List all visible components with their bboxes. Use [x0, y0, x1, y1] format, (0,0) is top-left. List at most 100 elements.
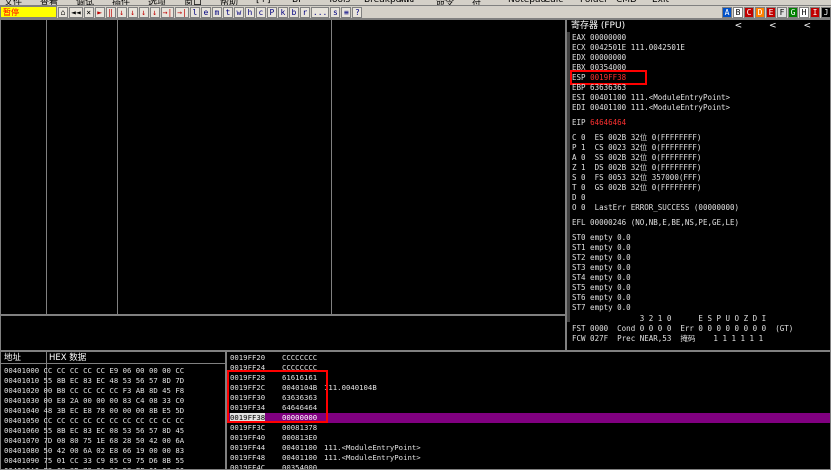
registers-pane[interactable]: 寄存器 (FPU) < < < EAX 00000000 ECX 0042501E… — [566, 19, 831, 351]
menu-item[interactable]: Calc — [544, 0, 563, 5]
stack-row[interactable]: 0019FF20 CCCCCCCC — [227, 353, 830, 363]
toolbar-button[interactable]: ⌂ — [58, 6, 68, 18]
register-line[interactable]: EBP 63636363 — [572, 83, 626, 93]
register-line[interactable]: ST3 empty 0.0 — [572, 263, 631, 273]
toolbar-button[interactable]: r — [299, 6, 310, 18]
toolbar-button[interactable]: c — [255, 6, 266, 18]
menu-item[interactable]: Notepad — [508, 0, 546, 5]
column-divider[interactable] — [46, 20, 47, 314]
plugin-button[interactable]: B — [733, 6, 743, 18]
dump-row[interactable]: 00401060 55 8B EC 83 EC 08 53 56 57 8D 4… — [4, 426, 184, 436]
dump-row[interactable]: 00401010 55 8B EC 83 EC 48 53 56 57 8D 7… — [4, 376, 184, 386]
menu-item[interactable]: Exit — [652, 0, 669, 5]
stack-row[interactable]: 0019FF3C 00081378 — [227, 423, 830, 433]
toolbar-button[interactable]: l — [189, 6, 200, 18]
plugin-button[interactable]: D — [755, 6, 765, 18]
register-line[interactable]: FCW 027F Prec NEAR,53 掩码 1 1 1 1 1 1 — [572, 334, 763, 344]
register-line[interactable]: EIP 64646464 — [572, 118, 626, 128]
menu-item[interactable]: CMD — [616, 0, 637, 5]
register-line[interactable]: Z 1 DS 002B 32位 0(FFFFFFFF) — [572, 163, 701, 173]
toolbar-button[interactable]: e — [200, 6, 211, 18]
register-line[interactable]: ST5 empty 0.0 — [572, 283, 631, 293]
toolbar-button[interactable]: ↓ — [127, 6, 138, 18]
toolbar-button[interactable]: b — [288, 6, 299, 18]
register-line[interactable]: D 0 — [572, 193, 586, 203]
stack-row[interactable]: 0019FF40 000813E0 — [227, 433, 830, 443]
dump-row[interactable]: 00401080 50 42 00 6A 02 E8 66 19 00 00 8… — [4, 446, 184, 456]
plugin-button[interactable]: H — [799, 6, 809, 18]
toolbar-button[interactable]: k — [277, 6, 288, 18]
toolbar-button[interactable]: →| — [160, 6, 175, 18]
toolbar-button[interactable]: P — [266, 6, 277, 18]
stack-pane[interactable]: 0019FF4C 00354000 0019FF48 00401100 111.<Mod… — [226, 351, 831, 470]
register-line[interactable]: ECX 0042501E 111.0042501E — [572, 43, 685, 53]
registers-title[interactable]: 寄存器 (FPU) < < < — [567, 20, 830, 32]
dump-row[interactable]: 00401040 48 3B EC E8 78 00 00 00 8B E5 5… — [4, 406, 184, 416]
toolbar-button[interactable]: ◄◄ — [69, 6, 83, 18]
toolbar-button[interactable]: h — [244, 6, 255, 18]
register-line[interactable]: 3 2 1 0 E S P U O Z D I — [572, 314, 766, 324]
toolbar-button[interactable]: ↓ — [149, 6, 160, 18]
register-line[interactable]: EFL 00000246 (NO,NB,E,BE,NS,PE,GE,LE) — [572, 218, 739, 228]
column-divider[interactable] — [117, 20, 118, 314]
register-line[interactable]: EAX 00000000 — [572, 33, 626, 43]
register-line[interactable]: FST 0000 Cond 0 0 0 0 Err 0 0 0 0 0 0 0 … — [572, 324, 793, 334]
register-line[interactable]: P 1 CS 0023 32位 0(FFFFFFFF) — [572, 143, 701, 153]
toolbar-button[interactable]: w — [233, 6, 244, 18]
toolbar-button[interactable]: ≡ — [341, 6, 352, 18]
toolbar-button[interactable]: × — [83, 6, 94, 18]
toolbar-button[interactable]: t — [222, 6, 233, 18]
menu-item[interactable]: BP — [292, 0, 304, 5]
stack-row[interactable]: 0019FF48 00401100 111.<ModuleEntryPoint> — [227, 453, 830, 463]
memory-dump-pane[interactable]: 地址 HEX 数据 00401000 CC CC CC CC CC E9 06 … — [0, 351, 226, 470]
toolbar-button[interactable]: m — [211, 6, 222, 18]
toolbar-button[interactable]: s — [330, 6, 341, 18]
toolbar-button[interactable]: ► — [94, 6, 105, 18]
register-line[interactable]: ST4 empty 0.0 — [572, 273, 631, 283]
disassembly-pane[interactable] — [0, 19, 566, 315]
dump-row[interactable]: 004010A0 F9 68 9B 79 01 00 58 FF 01 00 0… — [4, 466, 184, 469]
menu-item[interactable]: API — [400, 0, 414, 5]
register-line[interactable]: S 0 FS 0053 32位 357000(FFF) — [572, 173, 701, 183]
column-divider[interactable] — [331, 20, 332, 314]
toolbar-button[interactable]: ↓ — [138, 6, 149, 18]
menu-item[interactable]: [+] — [256, 0, 271, 5]
plugin-button[interactable]: C — [744, 6, 754, 18]
register-line[interactable]: ESI 00401100 111.<ModuleEntryPoint> — [572, 93, 730, 103]
register-line[interactable]: C 0 ES 002B 32位 0(FFFFFFFF) — [572, 133, 701, 143]
register-line[interactable]: ST7 empty 0.0 — [572, 303, 631, 313]
plugin-button[interactable]: I — [810, 6, 820, 18]
menu-item[interactable]: Folder — [580, 0, 608, 5]
info-pane[interactable] — [0, 315, 566, 351]
dump-row[interactable]: 00401000 CC CC CC CC CC E9 06 00 00 00 C… — [4, 366, 184, 376]
toolbar-button[interactable]: ? — [352, 6, 363, 18]
plugin-button[interactable]: J — [821, 6, 831, 18]
menu-item[interactable]: Tools — [328, 0, 350, 5]
register-line[interactable]: O 0 LastErr ERROR_SUCCESS (00000000) — [572, 203, 739, 213]
register-line[interactable]: EDX 00000000 — [572, 53, 626, 63]
register-line[interactable]: T 0 GS 002B 32位 0(FFFFFFFF) — [572, 183, 701, 193]
dump-row[interactable]: 00401030 00 E8 2A 00 00 00 83 C4 08 33 C… — [4, 396, 184, 406]
dump-row[interactable]: 00401070 7D 08 80 75 1E 68 28 50 42 00 6… — [4, 436, 184, 446]
register-line[interactable]: ESP 0019FF38 — [572, 73, 626, 83]
toolbar-button[interactable]: →| — [175, 6, 189, 18]
dump-row[interactable]: 00401050 CC CC CC CC CC CC CC CC CC CC C… — [4, 416, 184, 426]
register-line[interactable]: A 0 SS 002B 32位 0(FFFFFFFF) — [572, 153, 701, 163]
register-line[interactable]: ST2 empty 0.0 — [572, 253, 631, 263]
register-line[interactable]: ST0 empty 0.0 — [572, 233, 631, 243]
dump-row[interactable]: 00401020 00 B8 CC CC CC CC F3 AB 8D 45 F… — [4, 386, 184, 396]
plugin-button[interactable]: F — [777, 6, 787, 18]
dump-header-hex[interactable]: HEX 数据 — [49, 352, 86, 364]
registers-nav-arrows[interactable]: < < < — [735, 20, 823, 32]
register-line[interactable]: EBX 00354000 — [572, 63, 626, 73]
register-line[interactable]: ST1 empty 0.0 — [572, 243, 631, 253]
plugin-button[interactable]: G — [788, 6, 798, 18]
plugin-button[interactable]: A — [722, 6, 732, 18]
register-line[interactable]: ST6 empty 0.0 — [572, 293, 631, 303]
toolbar-button[interactable]: ‖ — [105, 6, 116, 18]
stack-row[interactable]: 0019FF44 00401100 111.<ModuleEntryPoint> — [227, 443, 830, 453]
dump-row[interactable]: 00401090 75 01 CC 33 C9 85 C9 75 D6 8B 5… — [4, 456, 184, 466]
register-line[interactable]: EDI 00401100 111.<ModuleEntryPoint> — [572, 103, 730, 113]
plugin-button[interactable]: E — [766, 6, 776, 18]
toolbar-button[interactable]: ... — [310, 6, 330, 18]
